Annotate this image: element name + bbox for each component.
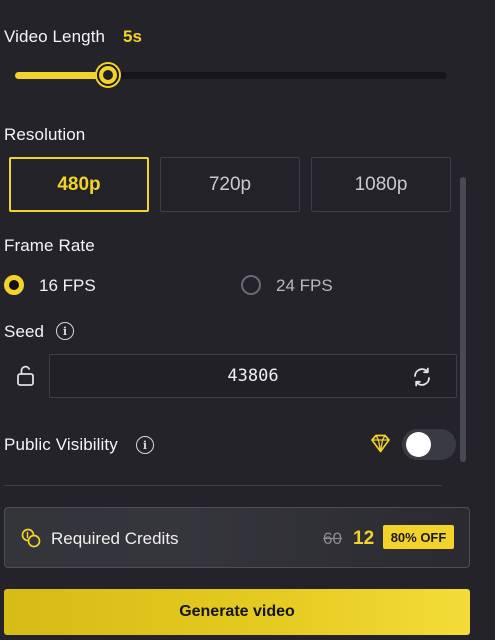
resolution-option-480p[interactable]: 480p — [9, 157, 149, 212]
video-length-slider-thumb[interactable] — [96, 64, 119, 86]
frame-rate-option-24-label[interactable]: 24 FPS — [276, 276, 333, 296]
info-icon[interactable]: i — [56, 322, 74, 340]
resolution-option-1080p[interactable]: 1080p — [311, 157, 451, 212]
resolution-option-720p[interactable]: 720p — [160, 157, 300, 212]
public-visibility-toggle-knob[interactable] — [406, 432, 431, 457]
diamond-icon — [371, 434, 390, 453]
divider — [4, 485, 442, 486]
scrollbar[interactable] — [460, 177, 466, 462]
unlock-icon[interactable] — [15, 364, 37, 388]
video-length-value: 5s — [123, 27, 142, 46]
original-credit-price: 60 — [323, 529, 342, 548]
seed-input[interactable]: 43806 — [49, 354, 457, 398]
public-visibility-label: Public Visibility — [4, 435, 118, 454]
discounted-credit-price: 12 — [353, 528, 375, 549]
info-icon[interactable]: i — [136, 436, 154, 454]
frame-rate-radio-16[interactable] — [4, 275, 24, 295]
frame-rate-option-16-label[interactable]: 16 FPS — [39, 276, 96, 296]
frame-rate-label: Frame Rate — [4, 236, 95, 255]
required-credits-label: Required Credits — [51, 529, 179, 548]
refresh-icon[interactable] — [411, 366, 433, 388]
video-length-slider-fill — [15, 72, 108, 79]
discount-badge: 80% OFF — [383, 525, 454, 549]
generate-video-button[interactable]: Generate video — [4, 589, 470, 635]
resolution-label: Resolution — [4, 125, 86, 144]
video-length-label: Video Length — [4, 27, 106, 46]
seed-label: Seed — [4, 322, 45, 341]
frame-rate-radio-24[interactable] — [241, 275, 261, 295]
coins-icon — [21, 528, 41, 548]
